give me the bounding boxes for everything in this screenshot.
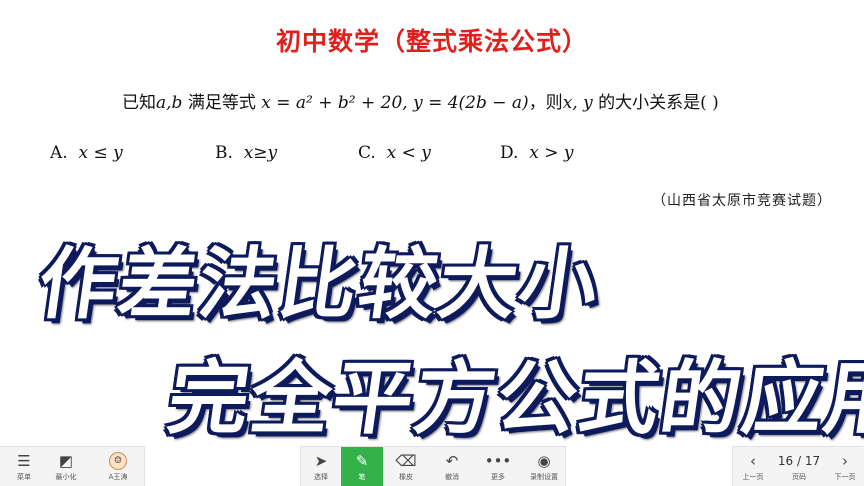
- next-page-button[interactable]: › 下一页: [827, 447, 863, 486]
- chevron-left-icon: ‹: [750, 452, 756, 470]
- option-d: D. x > y: [500, 143, 574, 163]
- chevron-right-icon: ›: [842, 452, 848, 470]
- overlay-caption-1: 作差法比较大小: [32, 240, 606, 330]
- pen-icon: ✎: [355, 452, 369, 470]
- question-end: 的大小关系是( ): [592, 93, 719, 113]
- pen-tool-button[interactable]: ✎ 笔: [341, 447, 383, 486]
- menu-button[interactable]: ☰ 菜单: [4, 447, 44, 486]
- record-settings-button[interactable]: ◉ 录制设置: [523, 447, 565, 486]
- toolbar-left: ☰ 菜单 ◩ 最小化 ☺ A王涛: [0, 446, 145, 486]
- question-source: （山西省太原市竞赛试题）: [652, 193, 832, 209]
- overlay-caption-2: 完全平方公式的应用: [162, 352, 864, 445]
- slide-title: 初中数学（整式乘法公式）: [275, 27, 588, 56]
- more-icon: •••: [484, 452, 512, 470]
- undo-button[interactable]: ↶ 撤消: [431, 447, 473, 486]
- more-button[interactable]: ••• 更多: [477, 447, 519, 486]
- question-suffix: ，则: [528, 93, 563, 113]
- question-text: 已知a,b 满足等式 x = a² + b² + 20, y = 4(2b − …: [122, 88, 719, 113]
- answer-options: A. x ≤ y B. x≥y C. x < y D. x > y: [50, 143, 690, 169]
- undo-icon: ↶: [445, 452, 459, 470]
- page-number: 16 / 17: [777, 454, 821, 468]
- toolbar-center: ➤ 选择 ✎ 笔 ⌫ 橡皮 ↶ 撤消 ••• 更多 ◉ 录制设置: [300, 446, 566, 486]
- option-a: A. x ≤ y: [50, 143, 123, 163]
- minimize-icon: ◩: [58, 452, 74, 470]
- menu-icon: ☰: [17, 452, 31, 470]
- prev-page-button[interactable]: ‹ 上一页: [735, 447, 771, 486]
- eraser-icon: ⌫: [395, 452, 417, 470]
- minimize-button[interactable]: ◩ 最小化: [46, 447, 86, 486]
- user-button[interactable]: ☺ A王涛: [96, 447, 140, 486]
- select-tool-button[interactable]: ➤ 选择: [301, 447, 341, 486]
- toolbar-right: ‹ 上一页 16 / 17 页码 › 下一页: [732, 446, 864, 486]
- question-mid: 满足等式: [182, 93, 262, 113]
- cursor-icon: ➤: [314, 452, 328, 470]
- page-indicator[interactable]: 16 / 17 页码: [773, 447, 825, 486]
- question-prefix: 已知: [122, 93, 156, 113]
- question-formula: x = a² + b² + 20, y = 4(2b − a): [261, 93, 529, 113]
- option-b: B. x≥y: [215, 143, 278, 163]
- option-c: C. x < y: [358, 143, 431, 163]
- eraser-tool-button[interactable]: ⌫ 橡皮: [385, 447, 427, 486]
- record-settings-icon: ◉: [537, 452, 551, 470]
- question-vars2: x, y: [562, 93, 593, 113]
- question-vars: a,b: [156, 93, 183, 113]
- avatar-icon: ☺: [109, 452, 127, 470]
